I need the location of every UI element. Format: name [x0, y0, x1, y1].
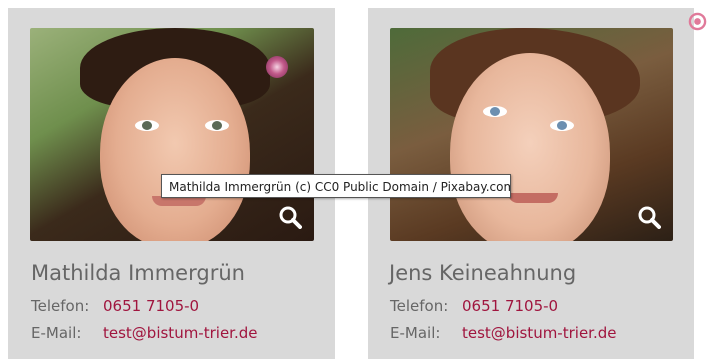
photo-eye-right	[205, 120, 229, 131]
email-label: E-Mail:	[31, 324, 82, 342]
record-circle-icon[interactable]	[688, 12, 707, 31]
email-label: E-Mail:	[390, 324, 441, 342]
contact-name: Mathilda Immergrün	[31, 261, 245, 285]
magnifier-icon[interactable]	[278, 205, 302, 229]
contact-photo-1[interactable]	[30, 28, 314, 241]
photo-eye-left	[135, 120, 159, 131]
photo-face	[100, 58, 250, 241]
email-link[interactable]: test@bistum-trier.de	[103, 324, 257, 342]
photo-face	[450, 53, 610, 241]
email-row: E-Mail: test@bistum-trier.de	[31, 324, 257, 342]
phone-link[interactable]: 0651 7105-0	[462, 297, 558, 315]
phone-label: Telefon:	[390, 297, 449, 315]
contact-photo-2[interactable]	[390, 28, 673, 241]
phone-label: Telefon:	[31, 297, 90, 315]
email-row: E-Mail: test@bistum-trier.de	[390, 324, 616, 342]
phone-row: Telefon: 0651 7105-0	[31, 297, 199, 315]
contact-name: Jens Keineahnung	[389, 261, 577, 285]
phone-row: Telefon: 0651 7105-0	[390, 297, 558, 315]
photo-eye-left	[483, 106, 507, 117]
photo-mouth	[508, 193, 558, 203]
image-tooltip: Mathilda Immergrün (c) CC0 Public Domain…	[161, 174, 511, 198]
magnifier-icon[interactable]	[637, 205, 661, 229]
phone-link[interactable]: 0651 7105-0	[103, 297, 199, 315]
photo-hair-flower	[266, 56, 288, 78]
photo-eye-right	[550, 120, 574, 131]
email-link[interactable]: test@bistum-trier.de	[462, 324, 616, 342]
